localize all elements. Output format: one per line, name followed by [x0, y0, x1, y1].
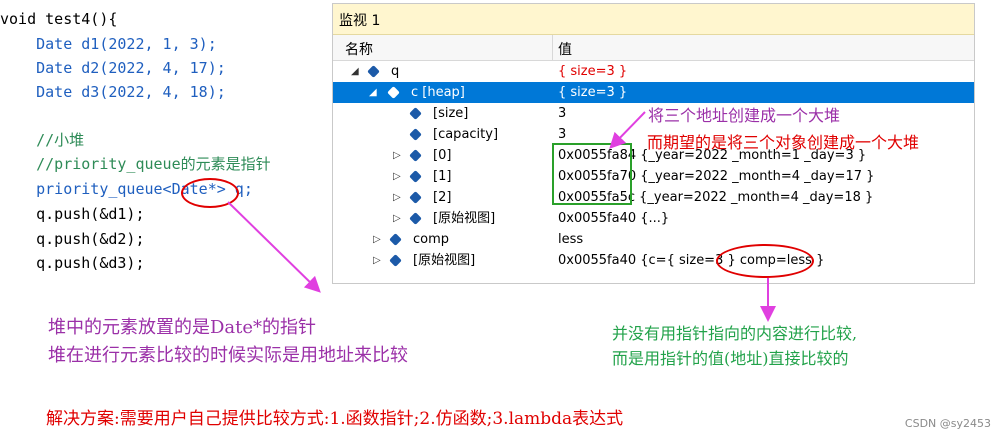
annotation-elements-line1: 堆中的元素放置的是Date*的指针 — [48, 317, 317, 338]
annotation-solution: 解决方案:需要用户自己提供比较方式:1.函数指针;2.仿函数;3.lambda表… — [46, 409, 624, 429]
annotation-compare-line2: 而是用指针的值(地址)直接比较的 — [612, 349, 849, 368]
annotation-compare-line1: 并没有用指针指向的内容进行比较, — [612, 324, 858, 343]
arrow-to-addresses — [609, 111, 646, 149]
annotation-heap-addresses: 将三个地址创建成一个大堆 — [648, 106, 841, 125]
watermark: CSDN @sy2453 — [904, 417, 991, 430]
annotation-arrows — [227, 111, 776, 322]
annotation-heap-expectation: 而期望的是将三个对象创建成一个大堆 — [647, 133, 920, 152]
arrow-to-pointer-note — [227, 201, 321, 293]
annotation-elements-line2: 堆在进行元素比较的时候实际是用地址来比较 — [48, 345, 408, 366]
